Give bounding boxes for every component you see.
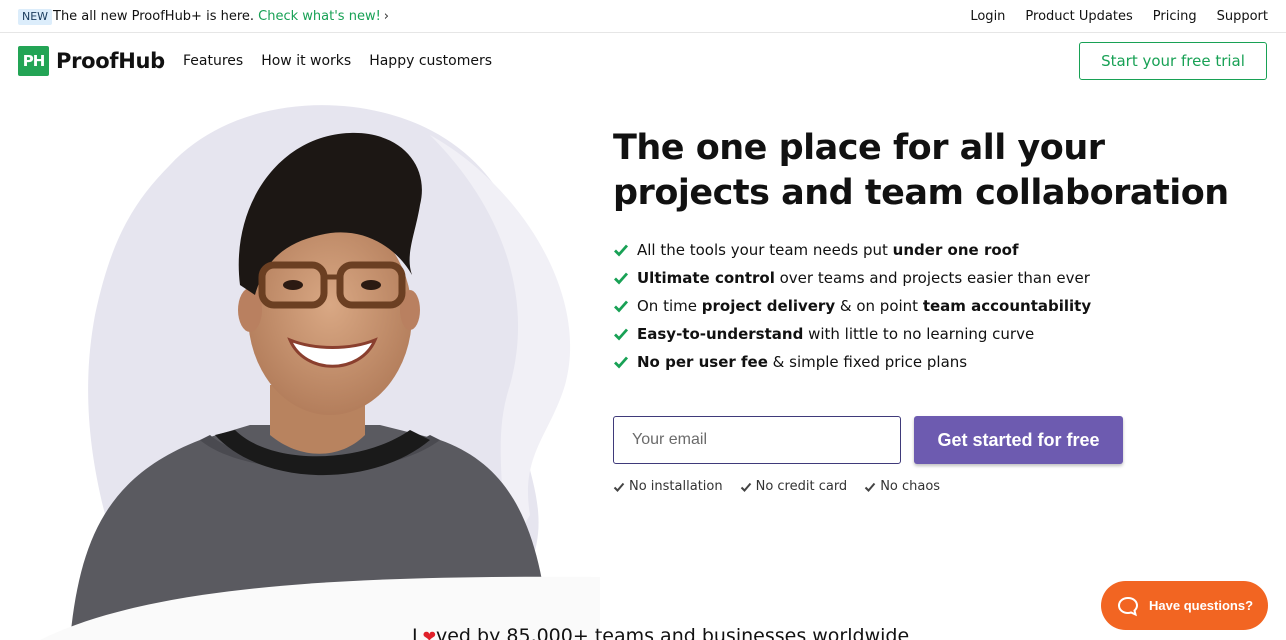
hero-headline: The one place for all your projects and … [613,128,1229,213]
feature-item: On time project delivery & on point team… [613,292,1091,320]
perks-list: No installation No credit card No chaos [613,478,940,495]
perk-item: No installation [613,478,723,495]
feature-text: All the tools your team needs put [637,241,893,259]
check-icon [614,244,629,257]
check-icon [740,482,751,492]
check-icon [613,482,625,492]
nav-happy-customers[interactable]: Happy customers [369,52,492,70]
support-link[interactable]: Support [1217,8,1268,25]
perk-label: No credit card [755,479,848,494]
hero-portrait-image [40,105,600,640]
start-free-trial-button[interactable]: Start your free trial [1079,42,1267,80]
announcement-text: The all new ProofHub+ is here. Check wha… [53,8,389,25]
get-started-button[interactable]: Get started for free [914,416,1123,464]
feature-emphasis: Easy-to-understand [637,325,804,343]
feature-list: All the tools your team needs put under … [613,236,1091,376]
loved-by-banner: L❤ved by 85,000+ teams and businesses wo… [412,624,909,640]
check-icon [864,482,876,492]
feature-text: & simple fixed price plans [767,353,968,371]
feature-item: All the tools your team needs put under … [613,236,1091,264]
feature-text: over teams and projects easier than ever [774,269,1090,287]
loved-suffix: ved by 85,000+ teams and businesses worl… [436,625,910,640]
help-label: Have questions? [1149,598,1254,613]
feature-emphasis: No per user fee [637,353,768,371]
announcement-bar: NEW The all new ProofHub+ is here. Check… [0,0,1286,33]
chat-bubble-icon [1117,596,1139,616]
logo-mark[interactable]: PH [18,46,49,76]
perk-label: No installation [629,479,723,494]
email-input[interactable] [613,416,901,464]
feature-emphasis: team accountability [922,297,1092,315]
pricing-link[interactable]: Pricing [1153,8,1197,25]
feature-item: Easy-to-understand with little to no lea… [613,320,1091,348]
whats-new-link[interactable]: Check what's new! [258,9,381,24]
perk-item: No chaos [864,478,940,495]
check-icon [614,328,629,341]
have-questions-button[interactable]: Have questions? [1101,581,1268,630]
check-icon [614,272,629,285]
login-link[interactable]: Login [970,8,1005,25]
nav-how-it-works[interactable]: How it works [261,52,351,70]
check-icon [614,300,629,313]
feature-item: Ultimate control over teams and projects… [613,264,1091,292]
main-nav: Features How it works Happy customers [183,52,492,70]
feature-emphasis: under one roof [892,241,1019,259]
check-icon [614,356,629,369]
nav-features[interactable]: Features [183,52,243,70]
feature-text: & on point [835,297,923,315]
top-links: Login Product Updates Pricing Support [970,8,1268,25]
new-badge: NEW [18,9,53,25]
logo-text[interactable]: ProofHub [56,47,165,75]
chevron-right-icon: › [383,9,389,24]
product-updates-link[interactable]: Product Updates [1025,8,1132,25]
feature-item: No per user fee & simple fixed price pla… [613,348,1091,376]
feature-emphasis: project delivery [701,297,836,315]
announcement-message: The all new ProofHub+ is here. [53,9,255,24]
heart-icon: ❤ [422,627,436,640]
loved-prefix: L [412,625,423,640]
perk-item: No credit card [740,478,848,495]
perk-label: No chaos [880,479,941,494]
feature-emphasis: Ultimate control [637,269,775,287]
feature-text: with little to no learning curve [803,325,1035,343]
feature-text: On time [637,297,702,315]
